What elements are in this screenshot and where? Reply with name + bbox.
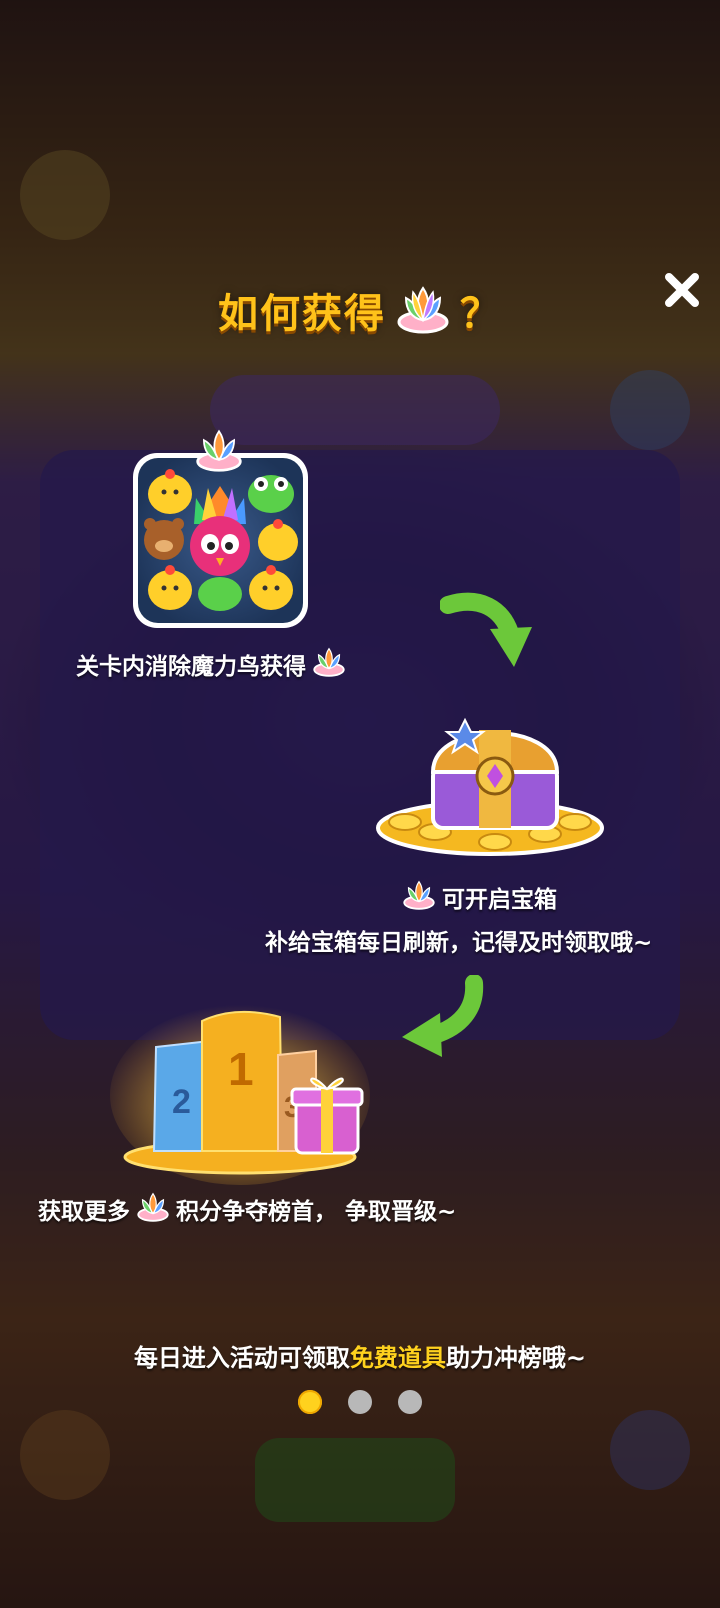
- svg-text:1: 1: [228, 1043, 254, 1095]
- frog-icon: [198, 577, 242, 611]
- magic-bird-icon: [190, 486, 250, 576]
- footer-suffix: 助力冲榜哦~: [445, 1344, 587, 1372]
- footer-highlight: 免费道具: [349, 1344, 446, 1372]
- step1-text: 关卡内消除魔力鸟获得: [76, 654, 306, 680]
- close-icon: [665, 273, 699, 307]
- step3-text-after: 积分争夺榜首， 争取晋级~: [176, 1199, 457, 1225]
- step2-text-line2: 补给宝箱每日刷新，记得及时领取哦~: [265, 930, 653, 956]
- step2-caption-line1: 可开启宝箱: [402, 878, 557, 916]
- page-dot-2[interactable]: [348, 1390, 372, 1414]
- title-question-mark: ？: [460, 291, 502, 337]
- step2-caption-line2: 补给宝箱每日刷新，记得及时领取哦~: [265, 923, 652, 957]
- title-text: 如何获得: [218, 291, 386, 337]
- step3-text-before: 获取更多: [38, 1199, 130, 1225]
- dialog-title: 如何获得 ？: [0, 270, 720, 350]
- treasure-chest-image: [375, 710, 605, 864]
- chick-icon: [148, 469, 192, 514]
- chick-icon: [148, 565, 192, 610]
- svg-text:2: 2: [172, 1083, 191, 1121]
- close-button[interactable]: [660, 268, 704, 312]
- step1-caption: 关卡内消除魔力鸟获得: [76, 645, 346, 683]
- step2-text-line1: 可开启宝箱: [442, 887, 557, 913]
- rainbow-lotus-icon: [402, 878, 436, 916]
- rainbow-lotus-icon: [136, 1190, 170, 1228]
- ranking-podium-image: 2 1 3: [110, 985, 380, 1189]
- match3-board-image: [133, 453, 308, 628]
- footer-tip: 每日进入活动可领取免费道具助力冲榜哦~: [0, 1338, 720, 1373]
- arrow-down-right-icon: [439, 585, 540, 679]
- chick-icon: [249, 565, 293, 610]
- step3-caption: 获取更多 积分争夺榜首， 争取晋级~: [38, 1190, 456, 1228]
- page-dot-3[interactable]: [398, 1390, 422, 1414]
- frog-icon: [248, 475, 294, 513]
- bear-icon: [144, 518, 184, 560]
- rainbow-lotus-icon: [396, 282, 450, 338]
- rainbow-lotus-icon: [312, 645, 346, 683]
- page-indicator: [0, 1390, 720, 1416]
- rainbow-lotus-icon: [195, 425, 243, 477]
- chick-icon: [258, 519, 298, 561]
- footer-prefix: 每日进入活动可领取: [133, 1344, 350, 1372]
- arrow-down-left-icon: [398, 974, 488, 1069]
- page-dot-1[interactable]: [298, 1390, 322, 1414]
